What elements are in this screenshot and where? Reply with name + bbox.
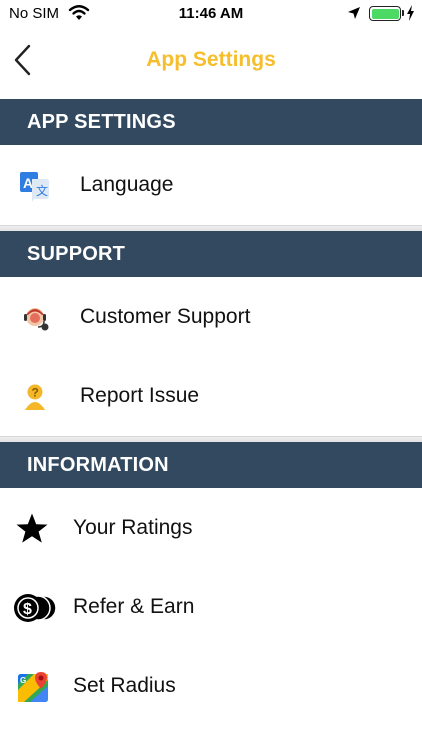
question-person-icon: ? (25, 384, 45, 410)
settings-row-label: Report Issue (80, 384, 200, 407)
star-icon (16, 513, 48, 543)
settings-row-label: Language (80, 173, 174, 196)
battery-icon (369, 6, 401, 21)
svg-text:G: G (20, 676, 26, 685)
settings-row-your-ratings[interactable]: Your Ratings (0, 489, 422, 567)
settings-row-label: Set Radius (73, 674, 176, 697)
settings-row-refer-earn[interactable]: $ Refer & Earn (0, 568, 422, 646)
section-title: SUPPORT (27, 243, 126, 265)
settings-row-label: Refer & Earn (73, 595, 195, 618)
settings-row-set-radius[interactable]: G Set Radius (0, 647, 422, 725)
section-header-information: INFORMATION (0, 442, 422, 488)
charging-bolt-icon (407, 5, 414, 21)
navigation-bar: App Settings (0, 28, 422, 98)
section-header-app-settings: APP SETTINGS (0, 99, 422, 145)
section-title: INFORMATION (27, 454, 169, 476)
svg-text:$: $ (23, 601, 32, 618)
page-title: App Settings (146, 48, 276, 71)
status-bar: No SIM 11:46 AM (0, 0, 422, 28)
section-title: APP SETTINGS (27, 111, 176, 133)
coins-icon: $ (14, 594, 56, 622)
battery-nub (402, 10, 404, 16)
svg-text:A: A (23, 175, 33, 191)
section-header-support: SUPPORT (0, 231, 422, 277)
settings-row-language[interactable]: A 文 Language (0, 146, 422, 224)
settings-row-label: Your Ratings (73, 516, 193, 539)
svg-text:?: ? (32, 386, 39, 400)
battery-fill (371, 8, 399, 19)
translate-icon: A 文 (20, 172, 49, 202)
location-arrow-icon (348, 7, 360, 19)
settings-row-label: Customer Support (80, 305, 251, 328)
headset-agent-icon (24, 308, 49, 331)
settings-row-report-issue[interactable]: ? Report Issue (0, 357, 422, 435)
svg-text:文: 文 (36, 183, 48, 198)
settings-row-customer-support[interactable]: Customer Support (0, 278, 422, 356)
maps-icon: G (18, 672, 48, 702)
